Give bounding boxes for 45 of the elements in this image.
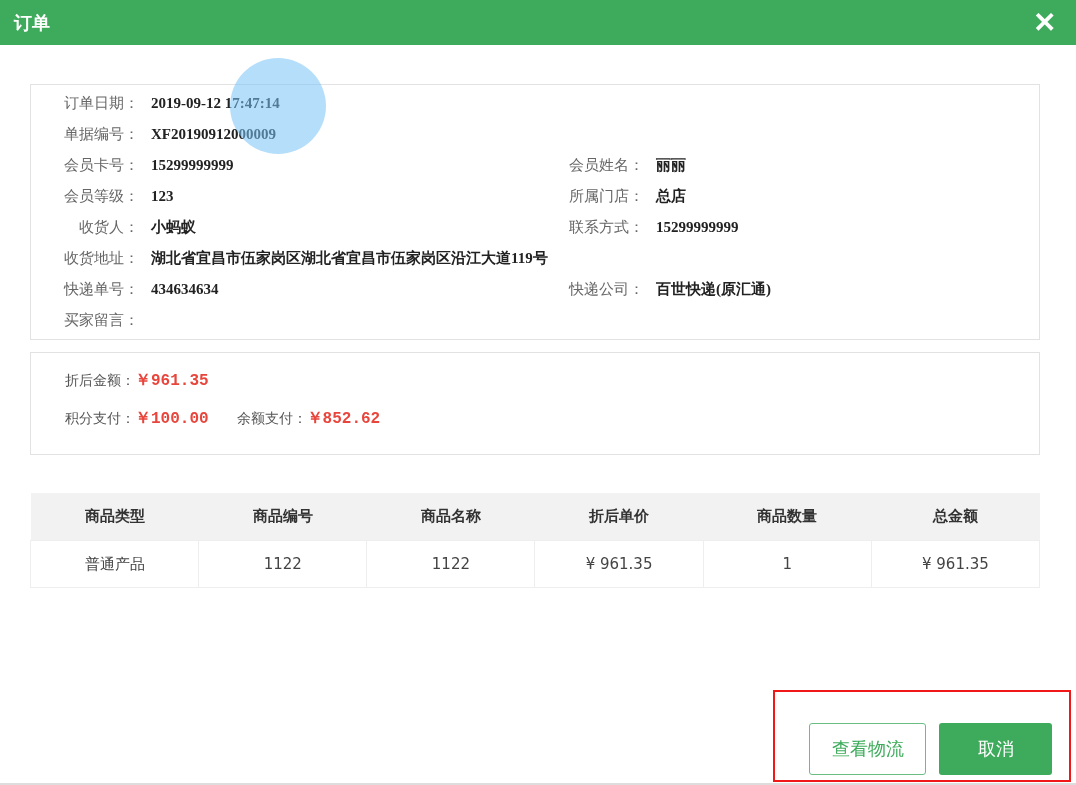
amount-label: 折后金额： [65, 372, 135, 390]
field-value: 15299999999 [151, 157, 234, 174]
field-value: 丽丽 [656, 156, 686, 175]
field-value: 总店 [656, 187, 686, 206]
field-value: 湖北省宜昌市伍家岗区湖北省宜昌市伍家岗区沿江大道119号 [151, 249, 548, 268]
table-cell: 普通产品 [30, 540, 199, 588]
column-header: 商品数量 [703, 493, 872, 541]
close-button[interactable]: ✕ [1033, 8, 1056, 37]
field-value: 百世快递(原汇通) [656, 280, 771, 299]
amount-value: ￥852.62 [306, 409, 381, 429]
field-value: 15299999999 [656, 219, 739, 236]
field-value: 小蚂蚁 [151, 218, 196, 237]
column-header: 折后单价 [534, 493, 704, 541]
field-value: 434634634 [151, 281, 219, 298]
table-cell: ¥ 961.35 [871, 540, 1040, 588]
field-label: 会员等级： [63, 187, 140, 206]
amount-label: 余额支付： [236, 410, 307, 428]
field-value: 2019-09-12 17:47:14 [151, 95, 280, 112]
column-header: 商品类型 [30, 493, 199, 541]
field-label: 会员卡号： [63, 156, 140, 175]
field-value: 123 [151, 188, 174, 205]
field-label: 快递单号： [62, 280, 140, 299]
column-header: 总金额 [871, 493, 1040, 541]
cancel-button[interactable]: 取消 [939, 723, 1052, 775]
table-cell: ¥ 961.35 [534, 540, 704, 588]
amount-value: ￥100.00 [135, 409, 209, 429]
table-cell: 1122 [198, 540, 367, 588]
field-label: 收货地址： [63, 249, 140, 268]
column-header: 商品名称 [366, 493, 535, 541]
field-label: 会员姓名： [568, 156, 645, 175]
field-label: 快递公司： [567, 280, 645, 299]
field-label: 联系方式： [568, 218, 645, 237]
dialog-title: 订单 [14, 10, 50, 35]
field-label: 所属门店： [568, 187, 645, 206]
logistics-button[interactable]: 查看物流 [809, 723, 926, 775]
field-value: XF20190912000009 [151, 126, 276, 143]
table-cell: 1122 [366, 540, 535, 588]
column-header: 商品编号 [198, 493, 367, 541]
field-label: 单据编号： [63, 125, 140, 144]
amount-label: 积分支付： [65, 410, 135, 428]
field-label: 买家留言： [63, 311, 140, 330]
field-label: 收货人： [78, 218, 140, 237]
amount-value: ￥961.35 [135, 371, 209, 391]
field-label: 订单日期： [63, 94, 140, 113]
table-cell: 1 [703, 540, 872, 588]
